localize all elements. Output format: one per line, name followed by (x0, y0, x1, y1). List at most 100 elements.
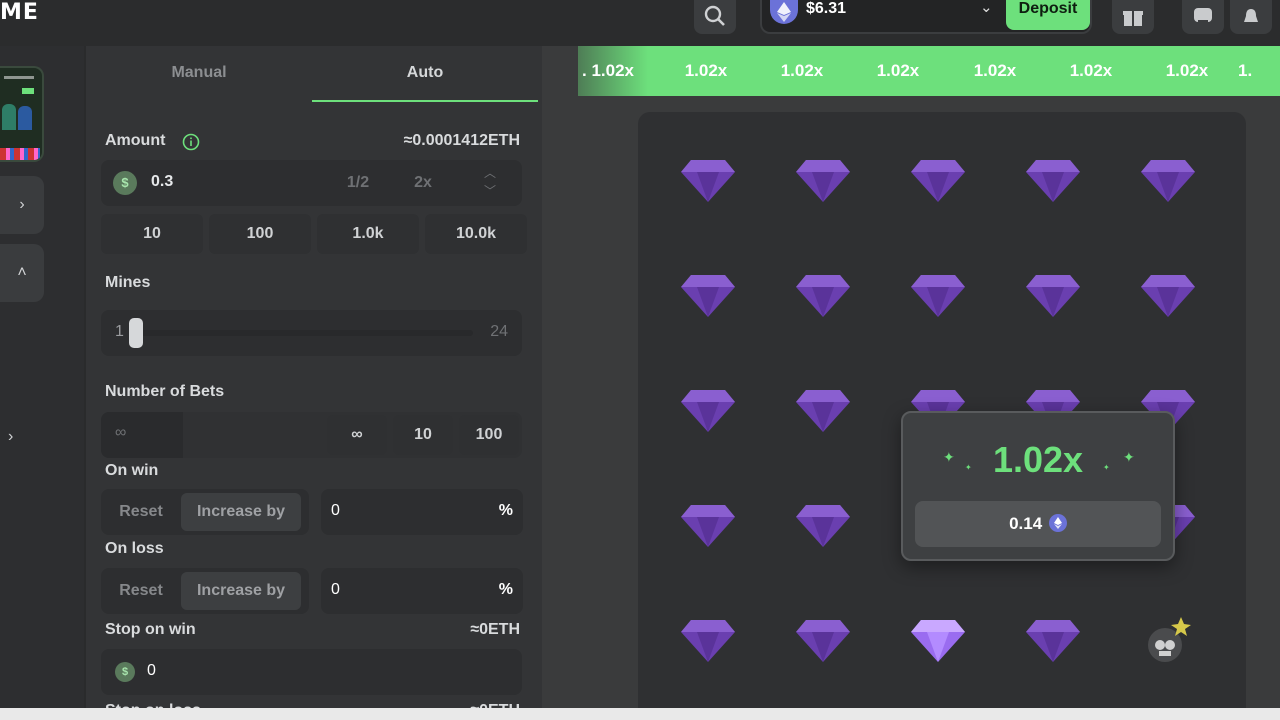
info-icon[interactable] (182, 133, 200, 151)
stop-win-input[interactable]: $ 0 (101, 649, 522, 695)
amount-eth-equivalent: ≈0.0001412ETH (403, 132, 520, 149)
notifications-button[interactable] (1230, 0, 1272, 34)
gem-tile[interactable] (773, 245, 873, 345)
expand-button[interactable]: › (0, 176, 44, 234)
wallet-selector[interactable]: $6.31 ⌄ Deposit (760, 0, 1092, 34)
stop-win-eth: ≈0ETH (470, 621, 520, 638)
slider-track (141, 330, 473, 336)
gem-tile[interactable] (773, 475, 873, 575)
gem-icon (681, 505, 735, 547)
bets-100-button[interactable]: 100 (459, 415, 519, 455)
gem-tile[interactable] (658, 130, 758, 230)
on-loss-label: On loss (105, 540, 164, 557)
gem-tile[interactable] (773, 590, 873, 690)
on-loss-increase[interactable]: Increase by (181, 572, 301, 610)
percent-unit: % (498, 502, 513, 519)
mines-board: ✦ ✦ ✦ ✦ 1.02x 0.14 (638, 112, 1246, 720)
bottom-edge (0, 708, 1280, 720)
chevron-right-icon[interactable]: › (8, 428, 13, 446)
win-multiplier: 1.02x (992, 439, 1084, 480)
left-rail: › ˄ › (0, 46, 84, 720)
collapse-button[interactable]: ˄ (0, 244, 44, 302)
gem-icon (796, 390, 850, 432)
gift-button[interactable] (1112, 0, 1154, 34)
multiplier-pill: 1.02x (1069, 61, 1113, 80)
chat-button[interactable] (1182, 0, 1224, 34)
gem-tile[interactable] (658, 590, 758, 690)
deposit-button[interactable]: Deposit (1006, 0, 1090, 30)
gem-tile[interactable] (1003, 590, 1103, 690)
thumb-figure (2, 104, 16, 130)
bets-input[interactable]: ∞ (101, 412, 183, 458)
on-loss-input[interactable]: 0 % (321, 568, 523, 614)
gem-icon (911, 620, 965, 662)
chevron-down-icon[interactable]: ⌄ (980, 0, 993, 16)
gem-tile[interactable] (888, 130, 988, 230)
stepper-icon[interactable]: ︿ ﹀ (477, 164, 503, 200)
on-loss-toggle: Reset Increase by (101, 568, 309, 614)
on-loss-reset[interactable]: Reset (105, 572, 177, 610)
game-area: . 1.02x 1.02x 1.02x 1.02x 1.02x 1.02x 1.… (542, 46, 1280, 720)
gem-tile[interactable] (773, 360, 873, 460)
amount-label: Amount (105, 132, 166, 149)
mines-slider[interactable]: 1 24 (101, 310, 522, 356)
gem-tile[interactable] (658, 475, 758, 575)
search-button[interactable] (694, 0, 736, 34)
quick-amount-1k[interactable]: 1.0k (317, 214, 419, 254)
gem-icon (1026, 620, 1080, 662)
gem-tile[interactable] (773, 130, 873, 230)
multiplier-pill: 1.02x (973, 61, 1017, 80)
bets-10-button[interactable]: 10 (393, 415, 453, 455)
gem-tile[interactable] (1003, 245, 1103, 345)
gem-tile[interactable] (658, 360, 758, 460)
quick-amount-10[interactable]: 10 (101, 214, 203, 254)
on-win-input[interactable]: 0 % (321, 489, 523, 535)
percent-unit: % (498, 581, 513, 598)
gem-tile[interactable] (1118, 245, 1218, 345)
double-button[interactable]: 2x (393, 160, 453, 206)
bets-label: Number of Bets (105, 383, 225, 400)
gem-tile[interactable] (1118, 130, 1218, 230)
on-win-label: On win (105, 462, 159, 479)
gem-icon (1141, 275, 1195, 317)
tab-auto[interactable]: Auto (312, 46, 538, 102)
tab-manual[interactable]: Manual (86, 46, 312, 102)
gem-tile[interactable] (1003, 130, 1103, 230)
game-thumbnail[interactable] (0, 66, 44, 162)
bets-input-value: ∞ (115, 424, 127, 441)
bets-infinite-button[interactable]: ∞ (327, 415, 387, 455)
multiplier-pill: . 1.02x (582, 61, 634, 80)
amount-input[interactable]: $ 0.3 1/2 2x ︿ ﹀ (101, 160, 522, 206)
gem-icon (1141, 160, 1195, 202)
mine-tile[interactable] (1118, 590, 1218, 690)
eth-icon (1048, 514, 1067, 532)
on-win-toggle: Reset Increase by (101, 489, 309, 535)
gem-icon (796, 620, 850, 662)
gem-tile[interactable] (888, 590, 988, 690)
thumb-line (4, 76, 34, 79)
thumb-badge (22, 88, 34, 94)
gem-icon (796, 160, 850, 202)
dollar-icon: $ (113, 171, 137, 195)
thumb-figure (18, 106, 32, 130)
win-payout: 0.14 (915, 501, 1161, 547)
quick-amount-10k[interactable]: 10.0k (425, 214, 527, 254)
chat-icon (1194, 8, 1212, 24)
gem-icon (1026, 160, 1080, 202)
multiplier-pill: 1. (1238, 61, 1253, 80)
payout-value: 0.14 (1009, 514, 1043, 533)
slider-thumb[interactable] (129, 318, 143, 348)
top-bar: ME $6.31 ⌄ Deposit (0, 0, 1280, 46)
mines-max: 24 (490, 323, 508, 340)
gem-tile[interactable] (658, 245, 758, 345)
logo[interactable]: ME (0, 0, 39, 25)
quick-amount-100[interactable]: 100 (209, 214, 311, 254)
gem-icon (681, 390, 735, 432)
on-win-reset[interactable]: Reset (105, 493, 177, 531)
gem-tile[interactable] (888, 245, 988, 345)
half-button[interactable]: 1/2 (329, 160, 387, 206)
on-win-value: 0 (331, 502, 340, 519)
dollar-icon: $ (115, 662, 135, 682)
bet-panel: Manual Auto Amount ≈0.0001412ETH $ 0.3 1… (86, 46, 542, 720)
on-win-increase[interactable]: Increase by (181, 493, 301, 531)
